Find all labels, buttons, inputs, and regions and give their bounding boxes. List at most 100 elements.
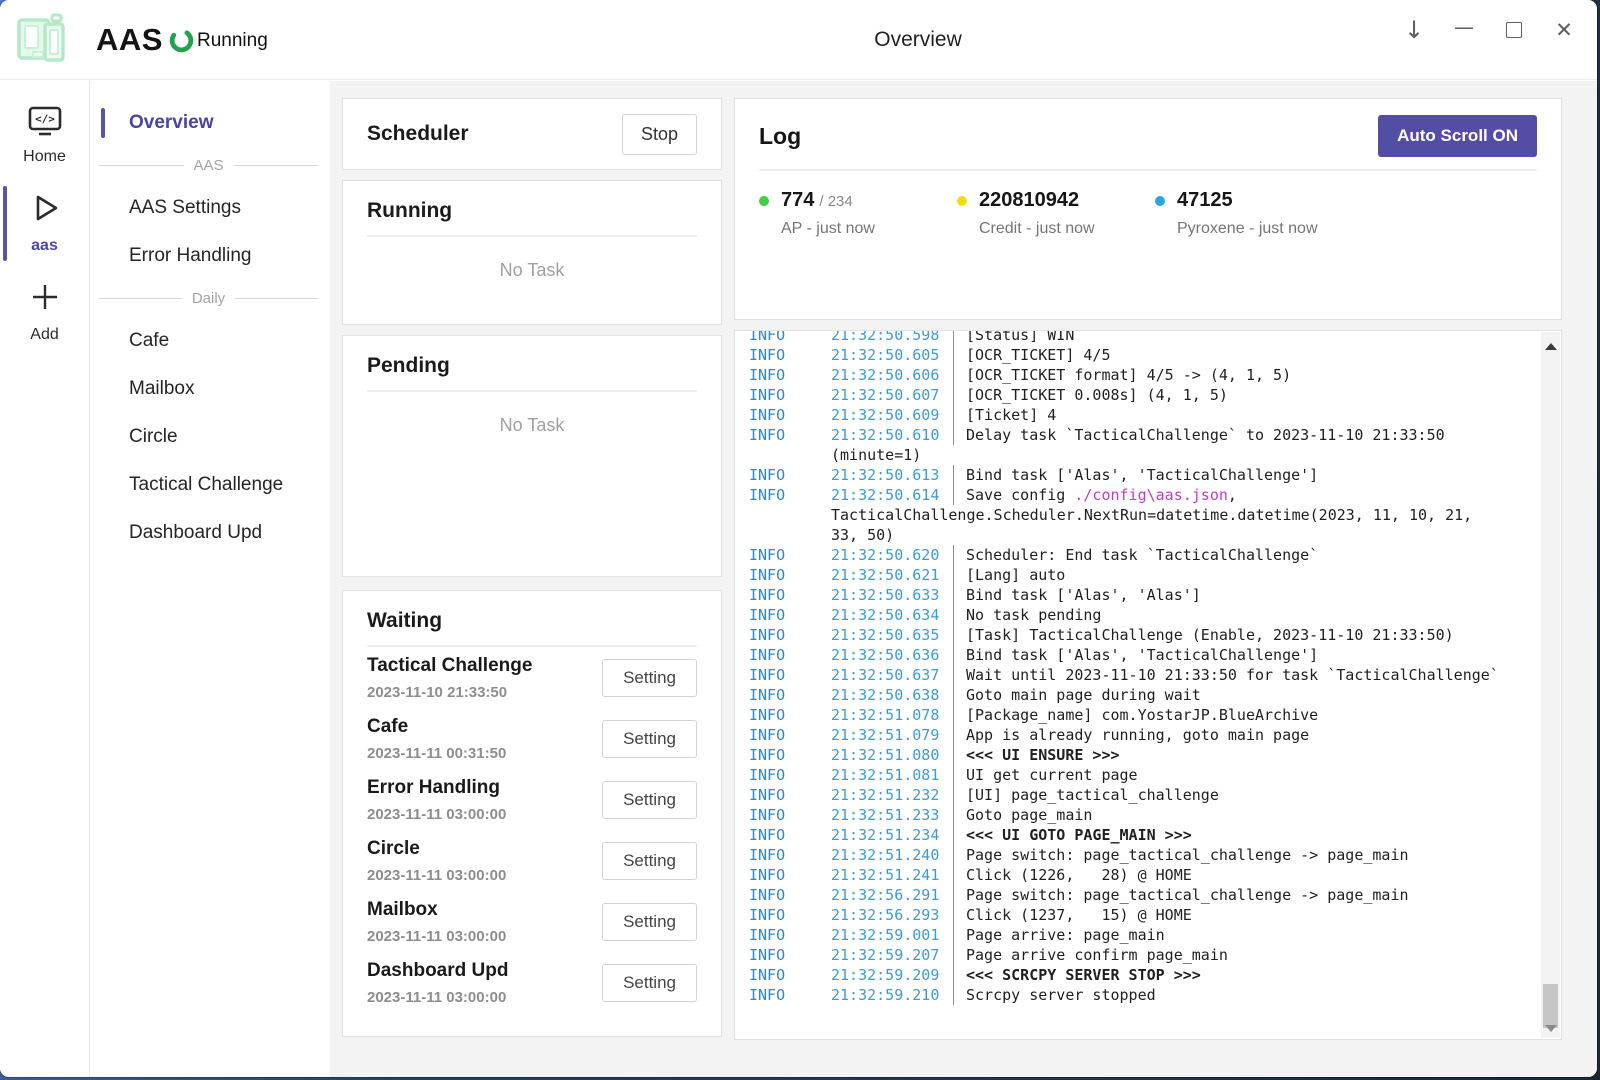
rail-item-aas[interactable]: aas (0, 190, 89, 255)
log-text-segment: , (1228, 486, 1237, 504)
sidebar-item-error-handling[interactable]: Error Handling (91, 236, 330, 276)
sidebar-item-tactical-challenge[interactable]: Tactical Challenge (91, 465, 330, 505)
sidebar-item-circle[interactable]: Circle (91, 417, 330, 457)
log-level: INFO (749, 385, 831, 405)
log-level (749, 445, 831, 465)
log-message: [Task] TacticalChallenge (Enable, 2023-1… (953, 625, 1535, 645)
download-icon: ↓ (1404, 18, 1424, 42)
auto-scroll-toggle[interactable]: Auto Scroll ON (1378, 115, 1537, 157)
scheduler-status: Running (168, 27, 268, 54)
log-level (749, 505, 831, 525)
sidebar-group-divider: AAS (91, 151, 330, 180)
stat-value-row: 220810942 (957, 189, 1155, 212)
setting-button[interactable]: Setting (602, 659, 697, 697)
log-level: INFO (749, 985, 831, 1005)
log-timestamp: 21:32:50.620 (831, 545, 953, 565)
log-timestamp: 21:32:51.241 (831, 865, 953, 885)
sidebar-group-label: AAS (194, 157, 224, 174)
setting-button[interactable]: Setting (602, 964, 697, 1002)
stat-value: 220810942 (979, 189, 1079, 212)
log-level: INFO (749, 785, 831, 805)
log-message-continuation: 33, 50) (831, 525, 1535, 545)
log-level: INFO (749, 625, 831, 645)
log-line: INFO21:32:51.241Click (1226, 28) @ HOME (749, 865, 1535, 885)
divider-line (234, 165, 319, 166)
setting-button[interactable]: Setting (602, 781, 697, 819)
maximize-button[interactable] (1489, 6, 1539, 54)
waiting-task-next-run: 2023-11-11 03:00:00 (367, 928, 506, 945)
log-timestamp: 21:32:59.210 (831, 985, 953, 1005)
resource-stats: 774/ 234AP - just now220810942Credit - j… (759, 189, 1537, 238)
stat-label: Pyroxene - just now (1177, 220, 1353, 238)
log-timestamp: 21:32:59.001 (831, 925, 953, 945)
app-window: AAS Running Overview ↓—✕ </>HomeaasAdd O… (0, 0, 1597, 1077)
log-message: App is already running, goto main page (953, 725, 1535, 745)
waiting-task-row: Cafe2023-11-11 00:31:50Setting (367, 708, 697, 769)
log-content: INFO21:32:50.598[Status] WININFO21:32:50… (749, 331, 1535, 1005)
sidebar-item-overview[interactable]: Overview (91, 103, 330, 143)
log-line: INFO21:32:51.079App is already running, … (749, 725, 1535, 745)
waiting-card: Waiting Tactical Challenge2023-11-10 21:… (342, 590, 722, 1037)
log-level: INFO (749, 945, 831, 965)
log-line: INFO21:32:59.209<<< SCRCPY SERVER STOP >… (749, 965, 1535, 985)
rail-item-home[interactable]: </>Home (0, 105, 89, 166)
log-message: Bind task ['Alas', 'Alas'] (953, 585, 1535, 605)
log-timestamp: 21:32:51.232 (831, 785, 953, 805)
running-empty-text: No Task (367, 260, 697, 281)
sidebar-item-cafe[interactable]: Cafe (91, 321, 330, 361)
log-message: Delay task `TacticalChallenge` to 2023-1… (953, 425, 1535, 445)
waiting-task-row: Dashboard Upd2023-11-11 03:00:00 Setting (367, 952, 697, 1013)
log-message-continuation: TacticalChallenge.Scheduler.NextRun=date… (831, 505, 1535, 525)
sidebar-group-divider: Daily (91, 284, 330, 313)
log-message: Bind task ['Alas', 'TacticalChallenge'] (953, 645, 1535, 665)
waiting-task-next-run: 2023-11-11 03:00:00 (367, 989, 508, 1006)
waiting-task-info: Error Handling2023-11-11 03:00:00 (367, 777, 506, 823)
log-line: INFO21:32:50.613Bind task ['Alas', 'Tact… (749, 465, 1535, 485)
sidebar-item-aas-settings[interactable]: AAS Settings (91, 188, 330, 228)
running-card: Running No Task (342, 180, 722, 325)
scroll-up-arrow-icon[interactable] (1545, 343, 1557, 350)
log-level: INFO (749, 745, 831, 765)
running-title: Running (367, 199, 697, 223)
setting-button[interactable]: Setting (602, 903, 697, 941)
sidebar-item-mailbox[interactable]: Mailbox (91, 369, 330, 409)
download-button[interactable]: ↓ (1389, 6, 1439, 54)
log-timestamp: 21:32:56.291 (831, 885, 953, 905)
scrollbar-thumb[interactable] (1543, 984, 1558, 1028)
log-scrollbar[interactable] (1541, 332, 1560, 1038)
waiting-task-next-run: 2023-11-11 00:31:50 (367, 745, 506, 762)
setting-button[interactable]: Setting (602, 842, 697, 880)
divider-line (99, 298, 182, 299)
log-timestamp: 21:32:50.613 (831, 465, 953, 485)
setting-button[interactable]: Setting (602, 720, 697, 758)
rail-item-label: Add (30, 326, 58, 344)
app-name: AAS (96, 22, 163, 58)
waiting-task-name: Mailbox (367, 899, 506, 921)
log-line: TacticalChallenge.Scheduler.NextRun=date… (749, 505, 1535, 525)
log-message: Bind task ['Alas', 'TacticalChallenge'] (953, 465, 1535, 485)
main-content: Scheduler Stop Running No Task Pending N… (330, 81, 1597, 1077)
log-timestamp: 21:32:50.633 (831, 585, 953, 605)
scroll-down-arrow-icon[interactable] (1545, 1025, 1557, 1032)
divider-line (235, 298, 318, 299)
log-line: INFO21:32:50.605[OCR_TICKET] 4/5 (749, 345, 1535, 365)
log-level: INFO (749, 965, 831, 985)
log-timestamp: 21:32:50.598 (831, 331, 953, 345)
rail-item-add[interactable]: Add (0, 279, 89, 344)
log-line: 33, 50) (749, 525, 1535, 545)
sidebar-item-dashboard-upd[interactable]: Dashboard Upd (91, 513, 330, 553)
log-view[interactable]: INFO21:32:50.598[Status] WININFO21:32:50… (734, 330, 1562, 1040)
log-line: INFO21:32:50.633Bind task ['Alas', 'Alas… (749, 585, 1535, 605)
stat-value: 47125 (1177, 189, 1233, 212)
log-line: INFO21:32:50.635[Task] TacticalChallenge… (749, 625, 1535, 645)
close-button[interactable]: ✕ (1539, 6, 1589, 54)
waiting-task-info: Dashboard Upd2023-11-11 03:00:00 (367, 960, 508, 1006)
stop-button[interactable]: Stop (622, 114, 697, 155)
minimize-button[interactable]: — (1439, 6, 1489, 54)
log-message: <<< UI ENSURE >>> (953, 745, 1535, 765)
log-line: INFO21:32:50.598[Status] WIN (749, 331, 1535, 345)
waiting-task-info: Tactical Challenge2023-11-10 21:33:50 (367, 655, 532, 701)
log-line: INFO21:32:59.001Page arrive: page_main (749, 925, 1535, 945)
log-level: INFO (749, 331, 831, 345)
log-line: INFO21:32:50.634No task pending (749, 605, 1535, 625)
